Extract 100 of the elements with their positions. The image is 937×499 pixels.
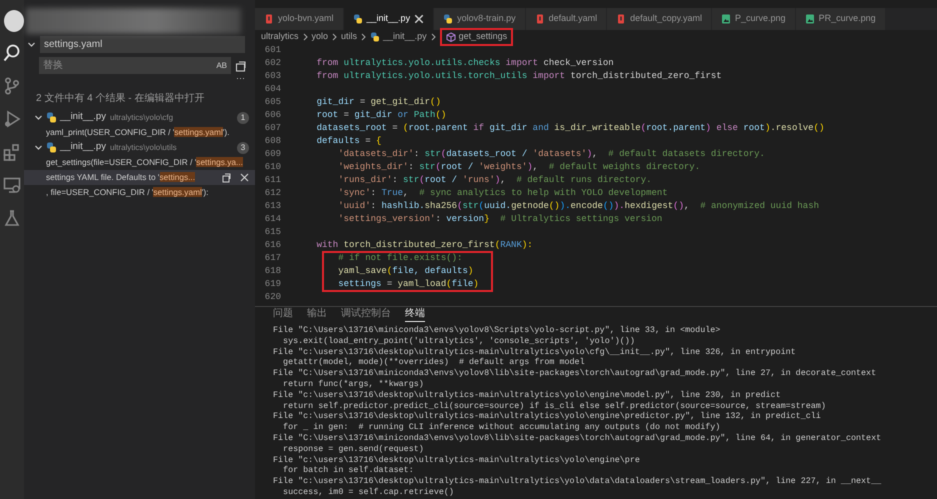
chevron-down-icon[interactable]: [34, 113, 43, 122]
code-line: defaults = {: [316, 135, 382, 148]
panel-tab[interactable]: 终端: [405, 308, 425, 322]
terminal-line: File "c:\users\13716\desktop\ultralytics-main\ultralytics\yolo\engine\pre: [273, 454, 641, 466]
code-line: git_dir = get_git_dir(): [316, 96, 441, 109]
chevron-right-icon: [331, 33, 338, 41]
terminal-line: sys.exit(load_entry_point('ultralytics', 'console_scripts', 'yolo')()): [282, 336, 636, 347]
terminal-line: for batch in self.dataset:: [282, 465, 415, 476]
replace-icon[interactable]: [222, 172, 232, 183]
chevron-right-icon: [430, 33, 437, 41]
editor-tab[interactable]: __init__.py: [344, 8, 434, 30]
match-line[interactable]: yaml_print(USER_CONFIG_DIR / 'settings.yaml').: [24, 126, 230, 139]
code-line: settings = yaml_load(file): [337, 278, 479, 291]
match-count: 3: [237, 142, 249, 154]
match-count: 1: [237, 112, 249, 124]
breadcrumb-item[interactable]: utils: [341, 30, 358, 44]
terminal-line: File "C:\Users\13716\miniconda3\envs\yolov8\lib\site-packages\torch\autograd\grad_mode.py", line 64, in generator_context: [273, 432, 882, 444]
terminal-line: response = gen.send(request): [282, 444, 425, 455]
line-number: 619: [264, 278, 281, 291]
line-number: 607: [264, 122, 281, 135]
line-number: 609: [264, 148, 281, 161]
breadcrumb-item[interactable]: yolo: [312, 30, 328, 44]
line-number: 618: [264, 265, 281, 278]
python-file-icon: [46, 112, 57, 123]
image-file-icon: [721, 14, 732, 24]
line-number: 615: [264, 226, 281, 239]
code-line: 'datasets_dir': str(datasets_root / 'datasets'), # default datasets directory.: [337, 148, 765, 161]
cube-icon: [446, 32, 456, 42]
python-file-icon: [370, 32, 380, 42]
code-line: with torch_distributed_zero_first(RANK):: [316, 239, 533, 252]
terminal-line: return func(*args, **kwargs): [282, 378, 425, 390]
line-number: 604: [264, 83, 281, 96]
results-summary: 2 文件中有 4 个结果 - 在编辑器中打开: [35, 92, 206, 106]
search-field[interactable]: settings.yaml: [40, 36, 245, 53]
chevron-right-icon: [302, 33, 309, 41]
yaml-file-icon: [264, 14, 274, 24]
terminal-line: File "c:\users\13716\desktop\ultralytics-main\ultralytics\yolo\engine\predictor.py", line 132, in predict_cli: [273, 411, 822, 422]
replace-field[interactable]: 替换: [39, 57, 212, 74]
source-control-icon[interactable]: [3, 77, 21, 95]
terminal-line: File "c:\users\13716\desktop\ultralytics-main\ultralytics\yolo\data\dataloaders\stream_loaders.py", line 227, in __next__: [273, 476, 882, 487]
remote-explorer-icon[interactable]: [3, 176, 21, 194]
preserve-case-button[interactable]: AB: [212, 57, 231, 74]
breadcrumb-item[interactable]: __init__.py: [383, 30, 427, 44]
line-number: 608: [264, 135, 281, 148]
terminal-line: File "c:\users\13716\desktop\ultralytics-main\ultralytics\yolo\engine\model.py", line 230, in predict: [273, 390, 782, 401]
editor-tab[interactable]: PR_curve.png: [796, 8, 886, 30]
code-line: datasets_root = (root.parent if git_dir and is_dir_writeable(root.parent) else root).resolve(): [316, 122, 824, 135]
editor-tab[interactable]: yolo-bvn.yaml: [255, 8, 344, 30]
match-line[interactable]: , file=USER_CONFIG_DIR / 'settings.yaml'):: [24, 186, 208, 199]
python-file-icon: [46, 142, 57, 153]
line-number: 610: [264, 161, 281, 174]
code-line: 'runs_dir': str(root / 'runs'), # default runs directory.: [337, 174, 652, 187]
code-line: from ultralytics.yolo.utils.checks import check_version: [316, 57, 614, 70]
code-line: yaml_save(file, defaults): [337, 265, 474, 278]
chevron-down-icon[interactable]: [27, 40, 36, 49]
yaml-file-icon: [616, 14, 626, 24]
flask-icon[interactable]: [3, 209, 21, 227]
line-number: 613: [264, 200, 281, 213]
run-debug-icon[interactable]: [3, 110, 21, 128]
code-line: root = git_dir or Path(): [316, 109, 446, 122]
yaml-file-icon: [534, 14, 545, 24]
panel-tab[interactable]: 输出: [307, 308, 327, 322]
line-number: 614: [264, 213, 281, 226]
code-line: 'uuid': hashlib.sha256(str(uuid.getnode()).encode()).hexdigest(), # anonymized uuid hash: [337, 200, 820, 213]
open-in-editor-link[interactable]: 在编辑器中打开: [134, 93, 204, 104]
more-actions-button[interactable]: ···: [236, 73, 245, 83]
replace-all-icon[interactable]: [235, 59, 247, 72]
line-number: 620: [264, 291, 281, 304]
terminal-line: return self.predictor.predict_cli(source=source) if is_cli else self.predictor(source=source, stream=stream): [282, 400, 827, 412]
line-number: 602: [264, 57, 281, 70]
terminal-line: getattr(model, mode)(**overrides) # default args from model: [282, 357, 586, 368]
panel-tab[interactable]: 调试控制台: [341, 308, 391, 322]
editor-tab[interactable]: default.yaml: [526, 8, 608, 30]
chevron-down-icon[interactable]: [34, 143, 43, 152]
python-file-icon: [352, 14, 363, 24]
editor-tab[interactable]: P_curve.png: [712, 8, 796, 30]
chevron-right-icon: [360, 33, 368, 41]
match-line[interactable]: get_settings(file=USER_CONFIG_DIR / 'settings.ya...: [24, 156, 243, 169]
code-line: from ultralytics.yolo.utils.torch_utils import torch_distributed_zero_first: [316, 70, 722, 83]
search-icon[interactable]: [3, 44, 21, 62]
editor-tab[interactable]: yolov8-train.py: [434, 8, 526, 30]
result-file-row[interactable]: __init__.py ultralytics\yolo\cfg 1: [24, 110, 255, 125]
editor-tab[interactable]: default_copy.yaml: [607, 8, 712, 30]
line-number: 606: [264, 109, 281, 122]
panel-tab[interactable]: 问题: [273, 308, 293, 322]
line-number: 617: [264, 252, 281, 265]
result-file-row[interactable]: __init__.py ultralytics\yolo\utils 3: [24, 140, 255, 155]
close-icon[interactable]: [414, 14, 424, 24]
terminal-line: for _ in gen: # running CLI inference without accumulating any outputs (do not modify): [282, 422, 722, 433]
terminal-line: File "c:\users\13716\desktop\ultralytics-main\ultralytics\yolo\cfg\__init__.py", line 326, in entrypoint: [273, 346, 797, 358]
code-line: 'sync': True, # sync analytics to help with YOLO development: [337, 187, 668, 200]
line-number: 612: [264, 187, 281, 200]
close-icon[interactable]: [240, 173, 249, 182]
line-number: 603: [264, 70, 281, 83]
code-line: 'weights_dir': str(root / 'weights'), # default weights directory.: [337, 161, 700, 174]
code-line: 'settings_version': version} # Ultralytics settings version: [337, 213, 662, 226]
extensions-icon[interactable]: [3, 143, 21, 161]
terminal-line: success, im0 = self.cap.retrieve(): [282, 486, 455, 498]
breadcrumb-item[interactable]: ultralytics: [261, 30, 299, 44]
python-file-icon: [443, 14, 454, 24]
